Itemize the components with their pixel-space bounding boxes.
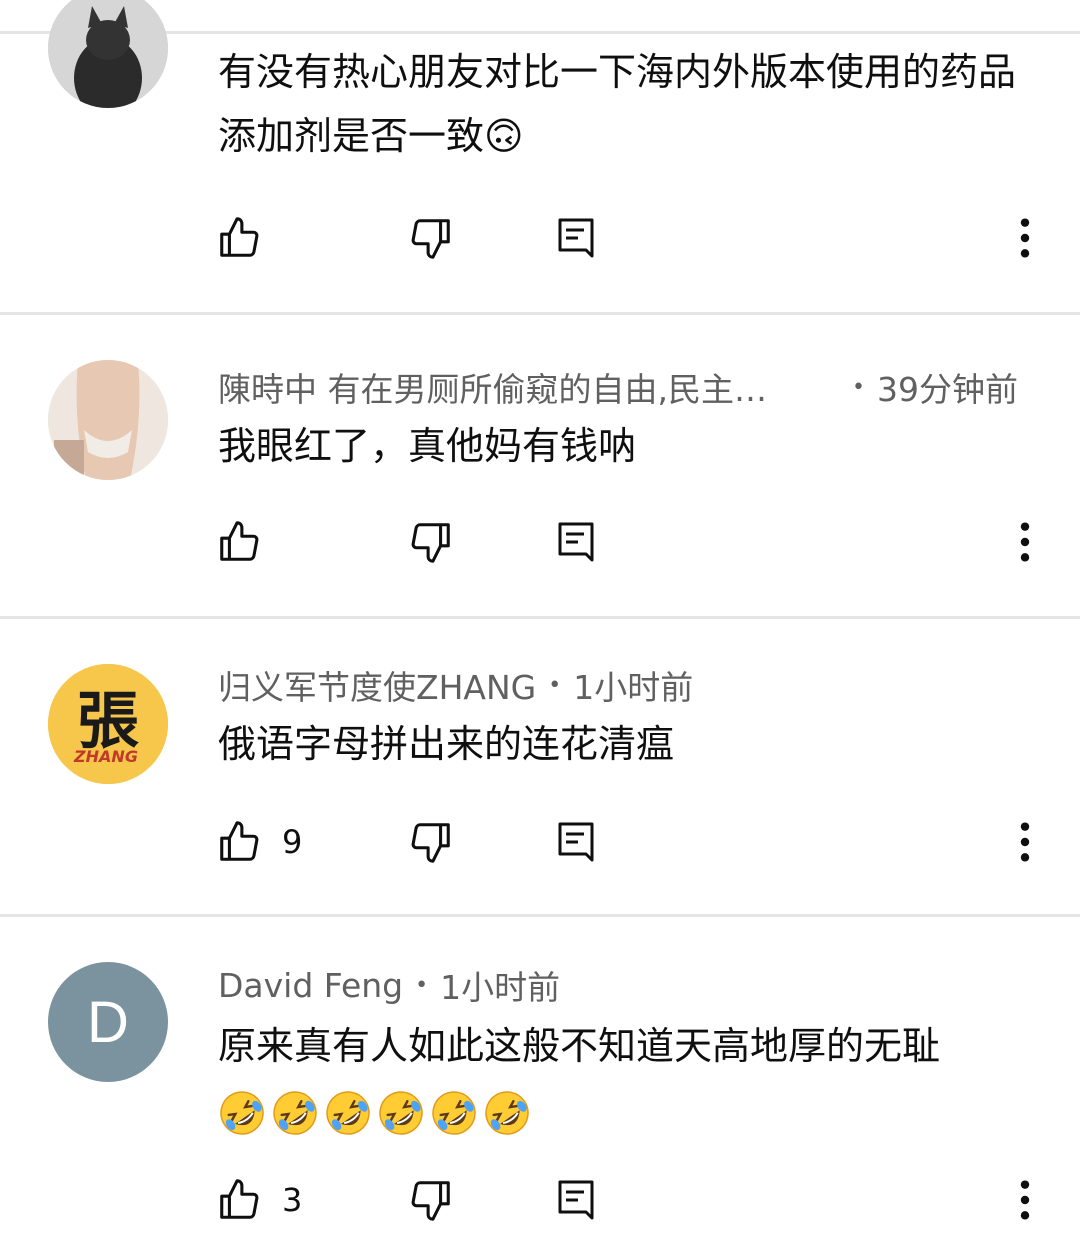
thumbs-up-icon [220, 521, 259, 561]
avatar-sub: ZHANG [73, 747, 138, 766]
meta-separator: • [852, 374, 865, 400]
like-button[interactable] [216, 208, 262, 268]
reply-icon [558, 822, 594, 862]
avatar-letter: D [87, 989, 129, 1055]
like-count: 3 [282, 1181, 303, 1219]
laughing-emoji-icon [220, 1090, 264, 1135]
laughing-emoji-icon [273, 1090, 317, 1135]
reply-button[interactable] [556, 512, 596, 572]
like-button[interactable] [216, 512, 262, 572]
comment-text: 我眼红了，真他妈有钱呐 [218, 424, 637, 468]
avatar[interactable] [48, 360, 168, 480]
comment-actions [0, 512, 1080, 572]
comment-meta: 陳時中 有在男厕所偷窥的自由,民主… • 39分钟前 [218, 364, 1018, 410]
author-name[interactable]: David Feng [218, 966, 403, 1005]
reply-button[interactable] [556, 208, 596, 268]
more-vertical-icon [1020, 822, 1030, 862]
avatar[interactable]: 張 ZHANG [48, 664, 168, 784]
more-vertical-icon [1020, 1180, 1030, 1220]
avatar[interactable] [48, 0, 168, 108]
comment-actions: 3 [0, 1170, 1080, 1230]
dislike-button[interactable] [408, 208, 454, 268]
comment-item: 陳時中 有在男厕所偷窥的自由,民主… • 39分钟前 我眼红了，真他妈有钱呐 [0, 312, 1080, 619]
avatar[interactable]: D [48, 962, 168, 1082]
thumbs-down-icon [411, 219, 450, 259]
emoji-row [218, 1089, 531, 1137]
author-name[interactable]: 陳時中 有在男厕所偷窥的自由,民主… [218, 363, 767, 411]
reply-button[interactable] [556, 1170, 596, 1230]
thumbs-up-icon [220, 1179, 259, 1219]
thumbs-up-icon [220, 821, 259, 861]
comment-item: 有没有热心朋友对比一下海内外版本使用的药品添加剂是否一致🙃 [0, 0, 1080, 315]
comment-actions [0, 208, 1080, 268]
laughing-emoji-icon [326, 1090, 370, 1135]
reply-icon [558, 522, 594, 562]
thumbs-up-icon [220, 217, 259, 257]
more-options-button[interactable] [1010, 208, 1040, 268]
comment-time[interactable]: 39分钟前 [877, 363, 1018, 411]
comment-meta: David Feng • 1小时前 [218, 962, 560, 1008]
laughing-emoji-icon [379, 1090, 423, 1135]
meta-separator: • [548, 672, 562, 698]
more-options-button[interactable] [1010, 512, 1040, 572]
comment-meta: 归义军节度使ZHANG • 1小时前 [218, 662, 693, 708]
like-count: 9 [282, 823, 303, 861]
dislike-button[interactable] [408, 512, 454, 572]
comment-text-line: 原来真有人如此这般不知道天高地厚的无耻 [218, 1024, 941, 1068]
laughing-emoji-icon [485, 1090, 529, 1135]
reply-icon [558, 1180, 594, 1220]
reply-icon [558, 218, 594, 258]
more-vertical-icon [1020, 218, 1030, 258]
dislike-button[interactable] [408, 812, 454, 872]
laughing-emoji-icon [432, 1090, 476, 1135]
meta-separator: • [415, 972, 429, 998]
like-button[interactable]: 9 [216, 812, 302, 872]
calligraphy-avatar-icon: 張 ZHANG [48, 664, 168, 784]
comment-item: 張 ZHANG 归义军节度使ZHANG • 1小时前 俄语字母拼出来的连花清瘟 … [0, 616, 1080, 917]
more-options-button[interactable] [1010, 812, 1040, 872]
photo-avatar-icon [48, 360, 168, 480]
thumbs-down-icon [411, 823, 450, 863]
comment-text: 俄语字母拼出来的连花清瘟 [218, 722, 675, 766]
thumbs-down-icon [411, 523, 450, 563]
comment-text: 原来真有人如此这般不知道天高地厚的无耻 [218, 1014, 1028, 1142]
thumbs-down-icon [411, 1181, 450, 1221]
author-name[interactable]: 归义军节度使ZHANG [218, 661, 536, 709]
more-vertical-icon [1020, 522, 1030, 562]
more-options-button[interactable] [1010, 1170, 1040, 1230]
dislike-button[interactable] [408, 1170, 454, 1230]
comment-item: D David Feng • 1小时前 原来真有人如此这般不知道天高地厚的无耻 … [0, 914, 1080, 1256]
like-button[interactable]: 3 [216, 1170, 302, 1230]
comment-actions: 9 [0, 812, 1080, 872]
comment-time[interactable]: 1小时前 [573, 661, 693, 709]
black-cat-avatar-icon [48, 0, 168, 108]
reply-button[interactable] [556, 812, 596, 872]
comment-time[interactable]: 1小时前 [440, 961, 560, 1009]
comment-text: 有没有热心朋友对比一下海内外版本使用的药品添加剂是否一致🙃 [218, 50, 1017, 158]
